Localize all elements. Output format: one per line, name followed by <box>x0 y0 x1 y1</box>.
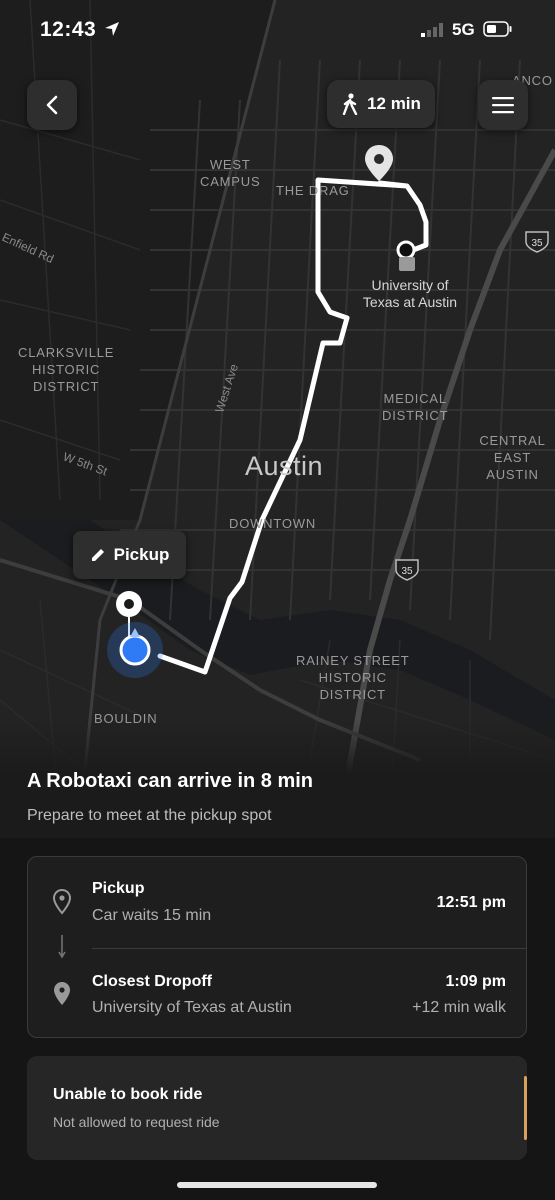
map-label-medical-district: MEDICAL DISTRICT <box>382 391 449 423</box>
booking-title: Unable to book ride <box>53 1086 203 1103</box>
booking-status-card[interactable]: Unable to book ride Not allowed to reque… <box>27 1056 527 1160</box>
signal-bars-icon <box>421 23 443 37</box>
walk-time-pill[interactable]: 12 min <box>327 80 435 128</box>
status-time: 12:43 <box>40 18 97 41</box>
battery-icon <box>483 21 512 37</box>
status-bar: 12:43 5G <box>0 0 555 62</box>
arrival-headline: A Robotaxi can arrive in 8 min <box>27 770 314 792</box>
pickup-pill-label: Pickup <box>113 545 170 564</box>
booking-subtitle: Not allowed to request ride <box>53 1114 220 1130</box>
interstate-shield-icon: 35 <box>395 559 419 581</box>
pickup-title: Pickup <box>92 880 145 897</box>
map-label-austin: Austin <box>245 451 324 481</box>
svg-text:35: 35 <box>401 566 413 577</box>
home-indicator[interactable] <box>177 1182 377 1188</box>
university-icon <box>399 257 415 271</box>
arrival-subtitle: Prepare to meet at the pickup spot <box>27 807 272 824</box>
map-label-clarksville: CLARKSVILLE HISTORIC DISTRICT <box>18 345 115 394</box>
map-label-west-campus: WEST CAMPUS <box>200 157 261 189</box>
map-label-rainey-street: RAINEY STREET HISTORIC DISTRICT <box>296 653 410 702</box>
pickup-location-icon <box>52 889 72 915</box>
walking-person-icon <box>342 93 358 115</box>
map-label-central-east: CENTRAL EAST AUSTIN <box>479 433 546 482</box>
dropoff-time: 1:09 pm <box>445 973 506 990</box>
map-label-university: University of Texas at Austin <box>362 277 458 310</box>
svg-text:35: 35 <box>531 238 543 249</box>
current-location-dot <box>119 634 151 666</box>
map-view[interactable]: WEST CAMPUS THE DRAG University of Texas… <box>0 0 555 820</box>
network-type: 5G <box>452 20 475 39</box>
edit-pickup-button[interactable]: Pickup <box>73 531 186 579</box>
interstate-shield-icon: 35 <box>525 231 549 253</box>
location-arrow-icon <box>105 22 119 36</box>
warning-edge <box>524 1076 527 1140</box>
menu-button[interactable] <box>478 80 528 130</box>
connector-arrow-icon <box>58 935 66 959</box>
trip-divider <box>92 948 526 949</box>
hamburger-menu-icon <box>492 97 514 114</box>
pickup-time: 12:51 pm <box>436 894 506 911</box>
trip-summary-card: Pickup Car waits 15 min 12:51 pm Closest… <box>27 856 527 1038</box>
map-label-downtown: DOWNTOWN <box>229 516 317 531</box>
dropoff-walk: +12 min walk <box>412 999 506 1016</box>
dropoff-location-icon <box>54 982 70 1005</box>
chevron-left-icon <box>46 95 58 115</box>
dropoff-point <box>396 240 416 260</box>
back-button[interactable] <box>27 80 77 130</box>
pickup-wait: Car waits 15 min <box>92 907 212 924</box>
dropoff-location: University of Texas at Austin <box>92 999 292 1016</box>
map-label-the-drag: THE DRAG <box>276 183 350 198</box>
walk-time-label: 12 min <box>367 94 421 113</box>
pencil-icon <box>91 549 104 561</box>
map-canvas <box>0 0 555 820</box>
dropoff-title: Closest Dropoff <box>92 973 212 990</box>
